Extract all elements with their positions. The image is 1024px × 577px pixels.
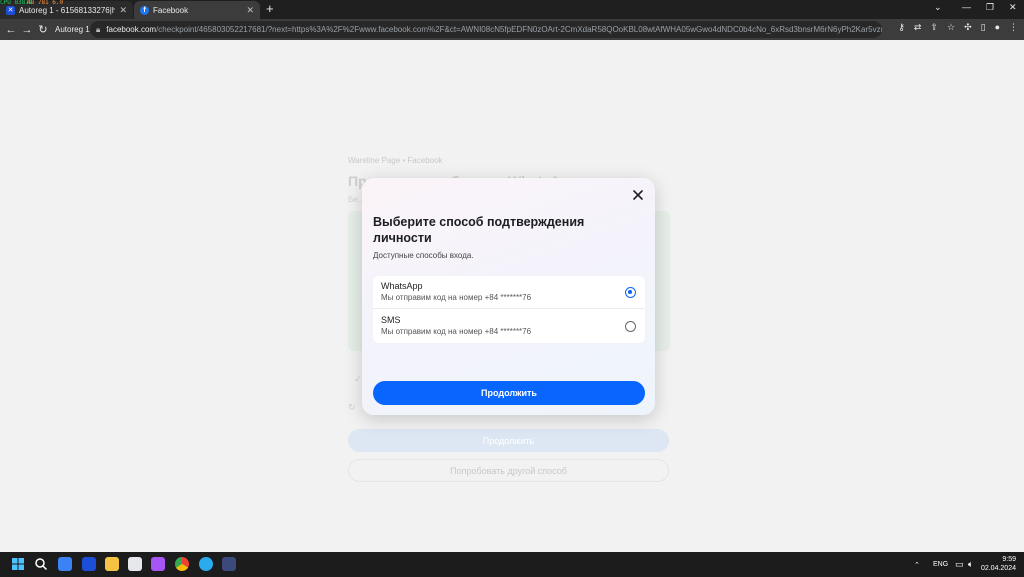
sidepanel-icon[interactable]: ▯ <box>981 22 986 33</box>
new-tab-button[interactable]: + <box>266 2 274 16</box>
continue-button[interactable]: Продолжить <box>373 381 645 405</box>
taskbar: ⌃ ENG ▭ 🔈︎ 9:59 02.04.2024 <box>0 552 1024 577</box>
close-window-icon[interactable]: ✕ <box>1009 2 1017 13</box>
url-path: /checkpoint/465803052217681/?next=https%… <box>156 25 882 34</box>
folder-icon[interactable] <box>105 557 119 571</box>
toolbar-icons: ⚷ ⇄ ⇪ ☆ ✣ ▯ ● ⋮ <box>898 22 1018 33</box>
bg-breadcrumb: Wareline Page • Facebook <box>348 156 443 165</box>
bg-other-method-button: Попробовать другой способ <box>348 459 669 482</box>
language-indicator[interactable]: ENG <box>933 552 948 577</box>
dialog-title: Выберите способ подтверждения личности <box>373 215 585 245</box>
bg-checkbox-icon: ✓ <box>354 374 362 384</box>
active-app-icon[interactable] <box>222 557 236 571</box>
option-sms[interactable]: SMS Мы отправим код на номер +84 *******… <box>373 310 645 343</box>
profile-chip[interactable]: Autoreg 1 <box>55 25 90 34</box>
option-whatsapp[interactable]: WhatsApp Мы отправим код на номер +84 **… <box>373 276 645 309</box>
radio-sms[interactable] <box>625 321 636 332</box>
search-icon[interactable] <box>34 557 48 571</box>
minimize-icon[interactable]: — <box>962 2 971 12</box>
taskbar-clock[interactable]: 9:59 02.04.2024 <box>981 555 1016 573</box>
clock-date: 02.04.2024 <box>980 565 1016 572</box>
extension-badge: 48 781 6.0 <box>27 0 64 6</box>
tray-chevron-icon[interactable]: ⌃ <box>914 552 920 577</box>
dialog-subtitle: Доступные способы входа. <box>373 251 474 260</box>
menu-icon[interactable]: ⋮ <box>1009 22 1018 33</box>
autoreg-app-icon[interactable] <box>82 557 96 571</box>
autoreg-icon: ✕ <box>6 5 15 15</box>
verification-method-dialog: Выберите способ подтверждения личности Д… <box>362 178 655 415</box>
option-description: Мы отправим код на номер +84 *******76 <box>381 293 532 302</box>
radio-whatsapp[interactable] <box>625 287 636 298</box>
bg-continue-button: Продолжить <box>348 429 669 452</box>
tab-label: Autoreg 1 - 61568133276|hng4a9 <box>19 5 116 15</box>
bg-refresh-icon: ↻ <box>348 402 356 412</box>
key-icon[interactable]: ⚷ <box>898 22 905 33</box>
account-icon[interactable]: ● <box>995 22 1000 33</box>
telegram-icon[interactable] <box>199 557 213 571</box>
method-options: WhatsApp Мы отправим код на номер +84 **… <box>373 276 645 343</box>
back-icon[interactable]: ← <box>3 24 19 36</box>
tab-close-icon[interactable]: ✕ <box>246 5 254 16</box>
tab-strip: ✕ Autoreg 1 - 61568133276|hng4a9 ✕ CPU 8… <box>0 0 1024 19</box>
option-name: WhatsApp <box>381 281 423 291</box>
extensions-icon[interactable]: ✣ <box>964 22 972 33</box>
bookmark-star-icon[interactable]: ☆ <box>947 22 955 33</box>
lock-icon[interactable]: 🔒︎ <box>96 25 100 35</box>
notepad-icon[interactable] <box>128 557 142 571</box>
facebook-icon: f <box>140 5 149 15</box>
option-name: SMS <box>381 315 401 325</box>
tab-close-icon[interactable]: ✕ <box>119 5 127 16</box>
share-icon[interactable]: ⇪ <box>930 22 938 33</box>
start-icon[interactable] <box>11 557 25 571</box>
volume-icon[interactable]: 🔈︎ <box>968 552 973 577</box>
address-bar[interactable]: 🔒︎ facebook.com /checkpoint/465803052217… <box>90 21 882 38</box>
url-host: facebook.com <box>106 25 157 34</box>
page-viewport: Wareline Page • Facebook Проверьте сообщ… <box>0 40 1024 552</box>
option-description: Мы отправим код на номер +84 *******76 <box>381 327 532 336</box>
browser-toolbar: ← → ↻ Autoreg 1 🔒︎ facebook.com /checkpo… <box>0 19 1024 40</box>
explorer-app-icon[interactable] <box>58 557 72 571</box>
close-icon[interactable] <box>631 188 645 202</box>
maximize-icon[interactable]: ❐ <box>986 2 994 13</box>
reload-icon[interactable]: ↻ <box>35 23 51 36</box>
tab-search-icon[interactable]: ⌄ <box>934 2 942 13</box>
figma-icon[interactable] <box>151 557 165 571</box>
tab-label: Facebook <box>153 5 189 15</box>
chrome-icon[interactable] <box>175 557 189 571</box>
network-icon[interactable]: ▭ <box>955 552 964 577</box>
forward-icon[interactable]: → <box>19 24 35 36</box>
translate-icon[interactable]: ⇄ <box>914 22 922 33</box>
tab-facebook[interactable]: f Facebook ✕ <box>134 1 260 19</box>
clock-time: 9:59 <box>1002 556 1016 563</box>
